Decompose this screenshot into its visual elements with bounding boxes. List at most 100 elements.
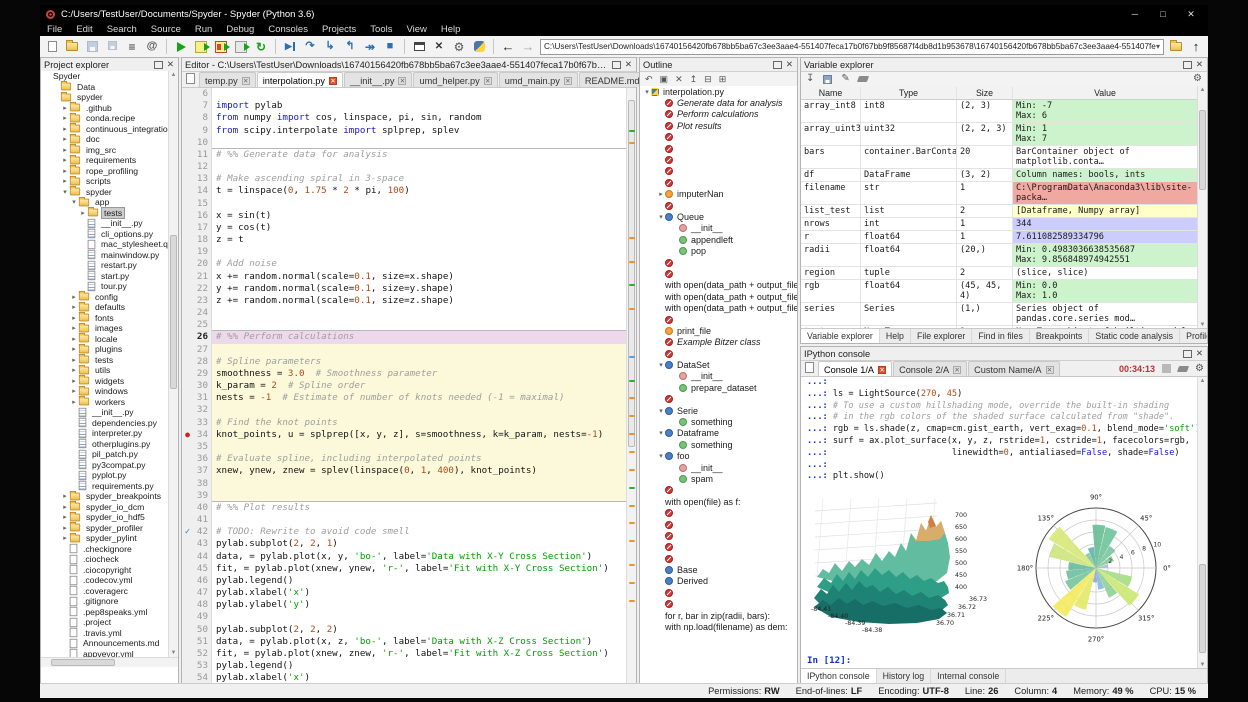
close-pane-icon[interactable]: ✕	[786, 59, 793, 70]
save-data-icon[interactable]	[823, 75, 832, 84]
project-tree-item[interactable]: ▸plugins	[41, 344, 168, 355]
outline-item[interactable]	[640, 177, 797, 188]
outline-item[interactable]: ▾Queue	[640, 211, 797, 222]
open-file-button[interactable]	[64, 39, 80, 55]
project-tree-item[interactable]: ▸.github	[41, 103, 168, 114]
run-selection-button[interactable]	[233, 39, 249, 55]
project-tree-item[interactable]: .travis.yml	[41, 628, 168, 639]
forward-button[interactable]: →	[520, 39, 536, 55]
code-line-24[interactable]: 24	[182, 307, 626, 319]
outline-item[interactable]: Derived	[640, 576, 797, 587]
outline-item[interactable]	[640, 143, 797, 154]
code-line-6[interactable]: 6	[182, 88, 626, 100]
undock-icon[interactable]	[154, 61, 163, 69]
column-header-value[interactable]: Value	[1013, 87, 1197, 99]
undock-icon[interactable]	[612, 61, 621, 69]
outline-item[interactable]	[640, 599, 797, 610]
code-line-50[interactable]: 50pylab.subplot(2, 2, 2)	[182, 624, 626, 636]
code-line-51[interactable]: 51data, = pylab.plot(x, z, 'bo-', label=…	[182, 636, 626, 648]
menu-run[interactable]: Run	[188, 24, 219, 35]
console-tab-console-2-a[interactable]: Console 2/A✕	[893, 361, 967, 376]
code-line-22[interactable]: 22y += random.normal(scale=0.1, size=y.s…	[182, 283, 626, 295]
breakpoint-icon[interactable]: ●	[182, 429, 193, 441]
project-tree-item[interactable]: mac_stylesheet.qss	[41, 239, 168, 250]
project-tree-item[interactable]: ▸conda.recipe	[41, 113, 168, 124]
close-tab-icon[interactable]: ✕	[564, 77, 572, 85]
outline-item[interactable]	[640, 519, 797, 530]
project-tree-item[interactable]: ▸utils	[41, 365, 168, 376]
outline-item[interactable]: Example Bitzer class	[640, 337, 797, 348]
import-data-icon[interactable]: ↧	[806, 74, 814, 84]
project-tree-item[interactable]: ▸spyder_pylint	[41, 533, 168, 544]
console-vscrollbar[interactable]: ▲ ▼	[1197, 377, 1207, 669]
table-row[interactable]: list_testlist2[Dataframe, Numpy array]	[801, 205, 1197, 218]
pane-tab-profiler[interactable]: Profiler	[1180, 329, 1207, 343]
code-line-42[interactable]: ✓42# TODO: Rewrite to avoid code smell	[182, 526, 626, 538]
outline-item[interactable]: Plot results	[640, 120, 797, 131]
outline-item[interactable]: Base	[640, 564, 797, 575]
outline-item[interactable]: with open(data_path + output_file_n...	[640, 302, 797, 313]
menu-edit[interactable]: Edit	[69, 24, 99, 35]
project-tree-item[interactable]: cli_options.py	[41, 229, 168, 240]
outline-item[interactable]: print_file	[640, 325, 797, 336]
outline-item[interactable]	[640, 394, 797, 405]
code-line-14[interactable]: 14t = linspace(0, 1.75 * 2 * pi, 100)	[182, 185, 626, 197]
maximize-button[interactable]: □	[1152, 9, 1174, 19]
menu-view[interactable]: View	[399, 24, 433, 35]
console-options-gear-icon[interactable]: ⚙	[1195, 363, 1204, 374]
continue-button[interactable]: ↠	[362, 39, 378, 55]
expand-all-icon[interactable]: ⊞	[719, 75, 727, 84]
menu-projects[interactable]: Projects	[315, 24, 363, 35]
undock-icon[interactable]	[1183, 350, 1192, 358]
code-line-10[interactable]: 10	[182, 137, 626, 149]
pane-tab-internal-console[interactable]: Internal console	[931, 669, 1006, 683]
show-all-files-icon[interactable]: ▣	[660, 75, 669, 84]
project-tree-item[interactable]: ▸scripts	[41, 176, 168, 187]
code-line-9[interactable]: 9from scipy.interpolate import splprep, …	[182, 125, 626, 137]
project-tree-item[interactable]: interpreter.py	[41, 428, 168, 439]
project-tree-item[interactable]: mainwindow.py	[41, 250, 168, 261]
project-tree-item[interactable]: requirements.py	[41, 481, 168, 492]
code-line-41[interactable]: 41	[182, 514, 626, 526]
outline-item[interactable]	[640, 530, 797, 541]
project-tree-item[interactable]: .codecov.yml	[41, 575, 168, 586]
outline-item[interactable]	[640, 257, 797, 268]
code-line-16[interactable]: 16x = sin(t)	[182, 210, 626, 222]
project-tree-item[interactable]: .project	[41, 617, 168, 628]
maximize-pane-button[interactable]	[411, 39, 427, 55]
project-tree-item[interactable]: ▸rope_profiling	[41, 166, 168, 177]
outline-item[interactable]: prepare_dataset	[640, 382, 797, 393]
code-line-49[interactable]: 49	[182, 611, 626, 623]
code-line-48[interactable]: 48pylab.ylabel('y')	[182, 599, 626, 611]
code-line-38[interactable]: 38	[182, 478, 626, 490]
code-line-19[interactable]: 19	[182, 246, 626, 258]
pane-tab-history-log[interactable]: History log	[877, 669, 932, 683]
pane-tab-variable-explorer[interactable]: Variable explorer	[801, 328, 880, 343]
outline-item[interactable]: ▾foo	[640, 451, 797, 462]
project-tree-item[interactable]: pyplot.py	[41, 470, 168, 481]
close-pane-icon[interactable]: ✕	[167, 59, 174, 70]
project-tree-item[interactable]: ▸config	[41, 292, 168, 303]
project-tree-item[interactable]: ▸spyder_io_dcm	[41, 502, 168, 513]
outline-item[interactable]: ▾interpolation.py	[640, 86, 797, 97]
interrupt-kernel-icon[interactable]	[1162, 364, 1171, 373]
project-tree-item[interactable]: ▸spyder_io_hdf5	[41, 512, 168, 523]
code-line-31[interactable]: 31nests = -1 # Estimate of number of kno…	[182, 392, 626, 404]
symbol-finder-button[interactable]: @	[144, 39, 160, 55]
project-tree-item[interactable]: otherplugins.py	[41, 439, 168, 450]
outline-item[interactable]: ▾Dataframe	[640, 428, 797, 439]
browse-tabs-icon[interactable]	[805, 362, 814, 375]
back-button[interactable]: ←	[500, 39, 516, 55]
project-tree-item[interactable]: spyder	[41, 92, 168, 103]
fullscreen-button[interactable]: ✕	[431, 39, 447, 55]
code-line-46[interactable]: 46pylab.legend()	[182, 575, 626, 587]
outline-item[interactable]	[640, 485, 797, 496]
undock-icon[interactable]	[773, 61, 782, 69]
pane-tab-file-explorer[interactable]: File explorer	[911, 329, 972, 343]
project-tree-item[interactable]: Data	[41, 82, 168, 93]
code-line-33[interactable]: 33# Find the knot points	[182, 417, 626, 429]
project-tree-item[interactable]: ▸images	[41, 323, 168, 334]
close-tab-icon[interactable]: ✕	[878, 366, 886, 374]
code-line-8[interactable]: 8from numpy import cos, linspace, pi, si…	[182, 112, 626, 124]
project-tree-item[interactable]: ▸spyder_breakpoints	[41, 491, 168, 502]
